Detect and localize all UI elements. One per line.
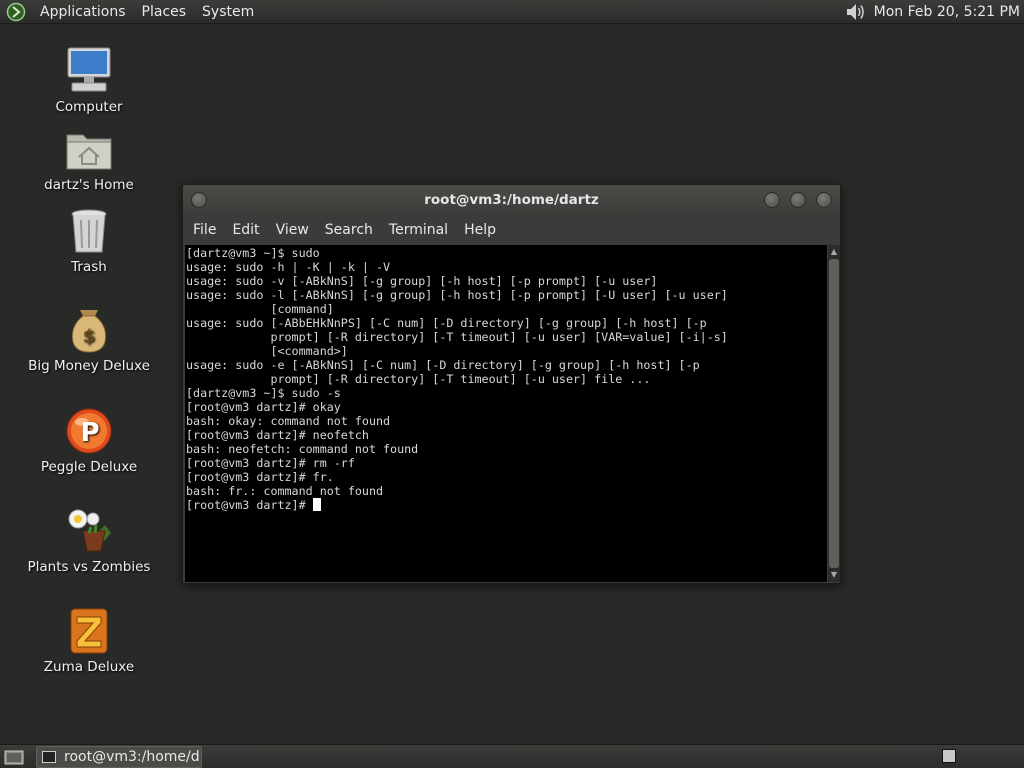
terminal-line: usage: sudo -h | -K | -k | -V	[186, 260, 391, 274]
bottom-panel: root@vm3:/home/d...	[0, 744, 1024, 768]
plants-vs-zombies-icon	[68, 509, 111, 552]
money-bag-icon: $	[72, 310, 106, 353]
terminal-line: prompt] [-R directory] [-T timeout] [-u …	[186, 372, 651, 386]
desktop-icon-zuma[interactable]: Zuma Deluxe	[14, 607, 164, 675]
terminal-line: usage: sudo -e [-ABkNnS] [-C num] [-D di…	[186, 358, 700, 372]
scroll-down-icon[interactable]: ▼	[828, 568, 840, 582]
terminal-line: [root@vm3 dartz]# fr.	[186, 470, 334, 484]
terminal-menubar: File Edit View Search Terminal Help	[183, 215, 840, 245]
terminal-line: usage: sudo [-ABbEHkNnPS] [-C num] [-D d…	[186, 316, 707, 330]
clock[interactable]: Mon Feb 20, 5:21 PM	[874, 4, 1020, 20]
desktop-icon-label: Zuma Deluxe	[43, 659, 135, 675]
terminal-line: bash: neofetch: command not found	[186, 442, 419, 456]
window-menu-icon[interactable]	[191, 192, 207, 208]
zuma-icon	[70, 608, 108, 654]
scrollbar-thumb[interactable]	[829, 259, 839, 568]
taskbar-button-label: root@vm3:/home/d...	[64, 748, 202, 765]
desktop-icon-home[interactable]: dartz's Home	[14, 127, 164, 193]
desktop-icon-peggle[interactable]: P Peggle Deluxe	[14, 407, 164, 475]
desktop-icon-computer[interactable]: Computer	[14, 45, 164, 115]
terminal-scrollbar[interactable]: ▲ ▼	[828, 245, 840, 582]
terminal-line: bash: fr.: command not found	[186, 484, 384, 498]
terminal-line: usage: sudo -v [-ABkNnS] [-g group] [-h …	[186, 274, 658, 288]
places-menu[interactable]: Places	[134, 4, 195, 20]
menu-file[interactable]: File	[185, 222, 224, 238]
window-titlebar[interactable]: root@vm3:/home/dartz	[183, 185, 840, 215]
system-menu[interactable]: System	[194, 4, 262, 20]
terminal-line: [root@vm3 dartz]# okay	[186, 400, 341, 414]
maximize-icon[interactable]	[790, 192, 806, 208]
desktop-icon-label: Computer	[55, 99, 123, 115]
terminal-line: prompt] [-R directory] [-T timeout] [-u …	[186, 330, 728, 344]
svg-text:P: P	[80, 418, 99, 448]
terminal-icon	[42, 750, 56, 763]
workspace-switcher[interactable]	[942, 749, 956, 763]
close-icon[interactable]	[816, 192, 832, 208]
computer-icon	[67, 47, 111, 92]
window-title: root@vm3:/home/dartz	[424, 192, 599, 208]
terminal-line: [<command>]	[186, 344, 348, 358]
terminal-prompt: [root@vm3 dartz]#	[186, 498, 313, 512]
terminal-window[interactable]: root@vm3:/home/dartz File Edit View Sear…	[182, 184, 841, 584]
terminal-line: usage: sudo -l [-ABkNnS] [-g group] [-h …	[186, 288, 728, 302]
desktop-icon-label: Big Money Deluxe	[28, 358, 150, 374]
scroll-up-icon[interactable]: ▲	[828, 245, 840, 259]
terminal-output[interactable]: [dartz@vm3 ~]$ sudo usage: sudo -h | -K …	[185, 245, 827, 582]
menu-help[interactable]: Help	[456, 222, 504, 238]
show-desktop-icon[interactable]	[4, 748, 24, 766]
home-folder-icon	[66, 134, 112, 170]
tray: Mon Feb 20, 5:21 PM	[844, 2, 1024, 22]
gnome-foot-icon[interactable]	[6, 2, 26, 22]
desktop-icon-label: Peggle Deluxe	[40, 459, 138, 475]
menu-search[interactable]: Search	[317, 222, 381, 238]
terminal-line: [dartz@vm3 ~]$ sudo	[186, 246, 320, 260]
text-cursor	[312, 498, 321, 511]
desktop-icon-label: dartz's Home	[44, 177, 134, 193]
desktop-icon-label: Trash	[71, 259, 107, 275]
top-panel: Applications Places System Mon Feb 20, 5…	[0, 0, 1024, 24]
svg-text:$: $	[83, 326, 96, 347]
terminal-line: bash: okay: command not found	[186, 414, 391, 428]
trash-icon	[71, 209, 107, 253]
terminal-line: [dartz@vm3 ~]$ sudo -s	[186, 386, 341, 400]
desktop-icon-label: Plants vs Zombies	[27, 559, 151, 575]
minimize-icon[interactable]	[764, 192, 780, 208]
desktop-icon-big-money[interactable]: $ Big Money Deluxe	[14, 308, 164, 374]
menu-terminal[interactable]: Terminal	[381, 222, 456, 238]
menu-view[interactable]: View	[268, 222, 317, 238]
speaker-icon[interactable]	[844, 2, 866, 22]
terminal-line: [root@vm3 dartz]# neofetch	[186, 428, 369, 442]
terminal-line: [root@vm3 dartz]# rm -rf	[186, 456, 355, 470]
peggle-icon: P	[66, 408, 112, 454]
applications-menu[interactable]: Applications	[32, 4, 134, 20]
desktop-icon-trash[interactable]: Trash	[14, 207, 164, 275]
terminal-prompt-line[interactable]: [root@vm3 dartz]#	[186, 498, 827, 512]
menu-edit[interactable]: Edit	[224, 222, 267, 238]
taskbar-button-terminal[interactable]: root@vm3:/home/d...	[36, 745, 202, 768]
terminal-line: [command]	[186, 302, 334, 316]
desktop-icon-pvz[interactable]: Plants vs Zombies	[14, 507, 164, 575]
